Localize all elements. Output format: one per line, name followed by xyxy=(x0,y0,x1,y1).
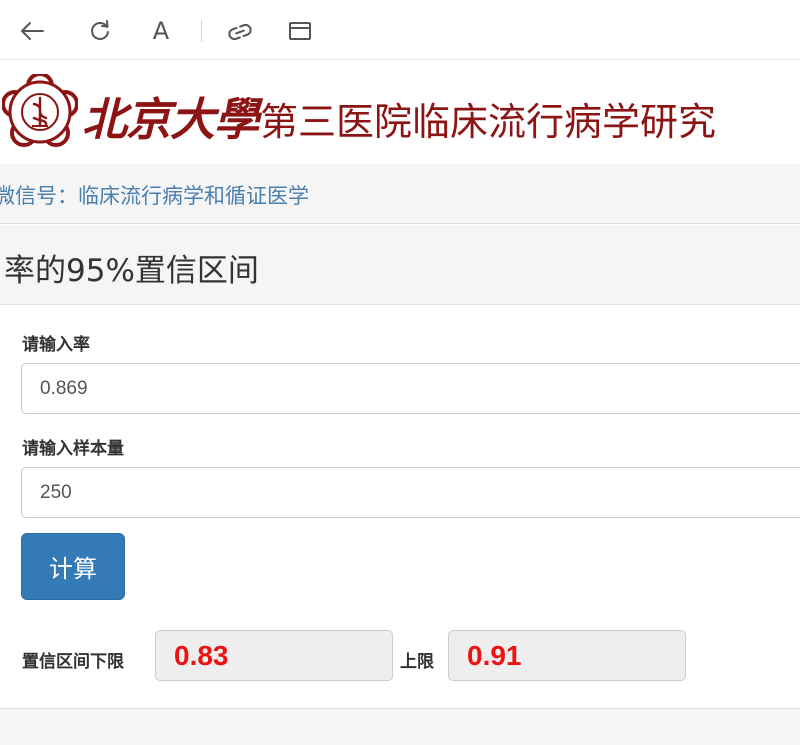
institute-name: 第三医院临床流行病学研究 xyxy=(260,100,717,144)
wechat-id-text: 微信号：临床流行病学和循证医学 xyxy=(0,184,309,208)
upper-limit-label: 上限 xyxy=(400,652,434,672)
panel-heading: 率的95%置信区间 xyxy=(0,225,800,305)
calculate-button[interactable]: 计算 xyxy=(21,533,125,600)
font-size-glyph: A xyxy=(152,17,170,45)
lower-limit-label: 置信区间下限 xyxy=(22,652,124,672)
window-icon[interactable] xyxy=(284,15,316,47)
university-name: 北京大學 xyxy=(82,93,259,146)
panel-footer xyxy=(0,708,800,745)
upper-limit-value: 0.91 xyxy=(448,630,686,681)
link-icon[interactable] xyxy=(224,15,256,47)
rate-input[interactable] xyxy=(21,363,800,414)
toolbar-separator xyxy=(201,20,202,42)
hospital-banner: 北京大學 第三医院临床流行病学研究 xyxy=(0,61,800,164)
page-title: 率的95%置信区间 xyxy=(4,253,259,289)
sample-size-input[interactable] xyxy=(21,467,800,518)
lower-limit-value: 0.83 xyxy=(155,630,393,681)
browser-toolbar: A xyxy=(0,0,800,60)
rate-label: 请输入率 xyxy=(22,335,90,355)
university-emblem xyxy=(1,72,79,154)
refresh-icon[interactable] xyxy=(84,15,116,47)
back-arrow-icon[interactable] xyxy=(16,15,48,47)
font-size-icon[interactable]: A xyxy=(145,15,177,47)
wechat-bar: 微信号：临床流行病学和循证医学 xyxy=(0,164,800,224)
sample-size-label: 请输入样本量 xyxy=(22,439,124,459)
